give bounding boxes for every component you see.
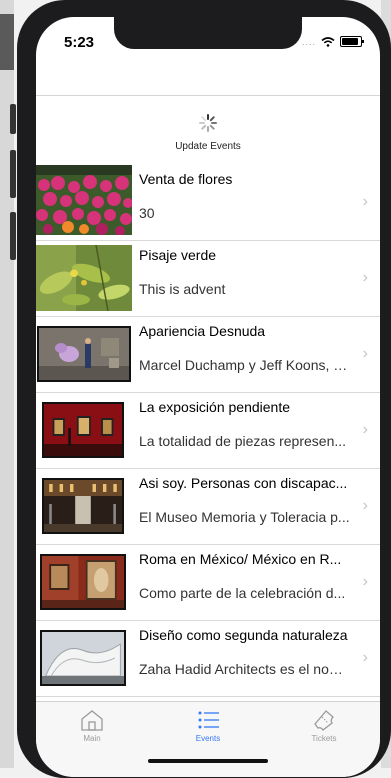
event-subtitle: La totalidad de piezas represen... [139,433,347,449]
mute-switch [10,104,16,134]
event-row[interactable]: Apariencia Desnuda Marcel Duchamp y Jeff… [36,317,380,393]
event-thumbnail-leaves [36,245,132,311]
navigation-bar [36,61,380,96]
chevron-right-icon: › [362,573,368,590]
event-row[interactable]: Roma en México/ México en R... Como part… [36,545,380,621]
chevron-right-icon: › [362,421,368,438]
tab-main[interactable]: Main [52,708,132,743]
volume-up-button [10,150,16,198]
notch [114,17,302,49]
event-thumbnail-hall [42,478,124,534]
event-title: Pisaje verde [139,247,217,263]
events-list: Venta de flores 30 › Pisaje verde This i… [36,165,380,697]
event-title: Apariencia Desnuda [139,323,266,339]
background-left-edge [0,0,16,768]
event-row[interactable]: Asi soy. Personas con discapac... El Mus… [36,469,380,545]
tab-tickets[interactable]: Tickets [284,708,364,743]
wifi-icon [321,36,335,47]
refresh-label: Update Events [175,141,241,152]
home-icon [81,710,103,731]
battery-icon [340,36,364,47]
event-subtitle: Marcel Duchamp y Jeff Koons, un... [139,357,351,373]
event-thumbnail-gallery-balloon [37,326,131,382]
event-thumbnail-flowers [36,165,132,235]
chevron-right-icon: › [362,345,368,362]
spinner-icon [199,114,217,132]
chevron-right-icon: › [362,497,368,514]
pull-to-refresh[interactable]: Update Events [36,113,380,152]
ticket-icon [314,710,334,731]
tab-label: Main [83,734,101,743]
tab-label: Tickets [311,734,337,743]
chevron-right-icon: › [362,193,368,210]
event-subtitle: This is advent [139,281,226,297]
event-row[interactable]: Pisaje verde This is advent › [36,241,380,317]
event-row[interactable]: Venta de flores 30 › [36,165,380,241]
event-subtitle: El Museo Memoria y Toleracia p... [139,509,350,525]
event-title: Diseño como segunda naturaleza [139,627,348,643]
event-title: Asi soy. Personas con discapac... [139,475,348,491]
home-indicator[interactable] [148,759,268,763]
status-icons: .... [301,36,364,47]
tab-label: Events [195,734,221,743]
event-thumbnail-red-gallery [42,402,124,458]
event-row[interactable]: Diseño como segunda naturaleza Zaha Hadi… [36,621,380,697]
event-subtitle: Zaha Hadid Architects es el nom... [139,661,351,677]
event-thumbnail-architecture [40,630,126,686]
tab-events[interactable]: Events [168,708,248,743]
event-thumbnail-painting-room [40,554,126,610]
signal-dots: .... [301,36,316,47]
event-row[interactable]: La exposición pendiente La totalidad de … [36,393,380,469]
tab-bar: Main Events Tickets [36,701,380,777]
event-title: La exposición pendiente [139,399,291,415]
app-screen: 5:23 .... Update Events Venta de flores … [36,17,380,777]
list-icon [198,711,219,729]
chevron-right-icon: › [362,649,368,666]
event-subtitle: 30 [139,205,155,221]
status-time: 5:23 [64,34,95,51]
event-title: Venta de flores [139,171,233,187]
event-subtitle: Como parte de la celebración d... [139,585,346,601]
event-title: Roma en México/ México en R... [139,551,342,567]
chevron-right-icon: › [362,269,368,286]
volume-down-button [10,212,16,260]
